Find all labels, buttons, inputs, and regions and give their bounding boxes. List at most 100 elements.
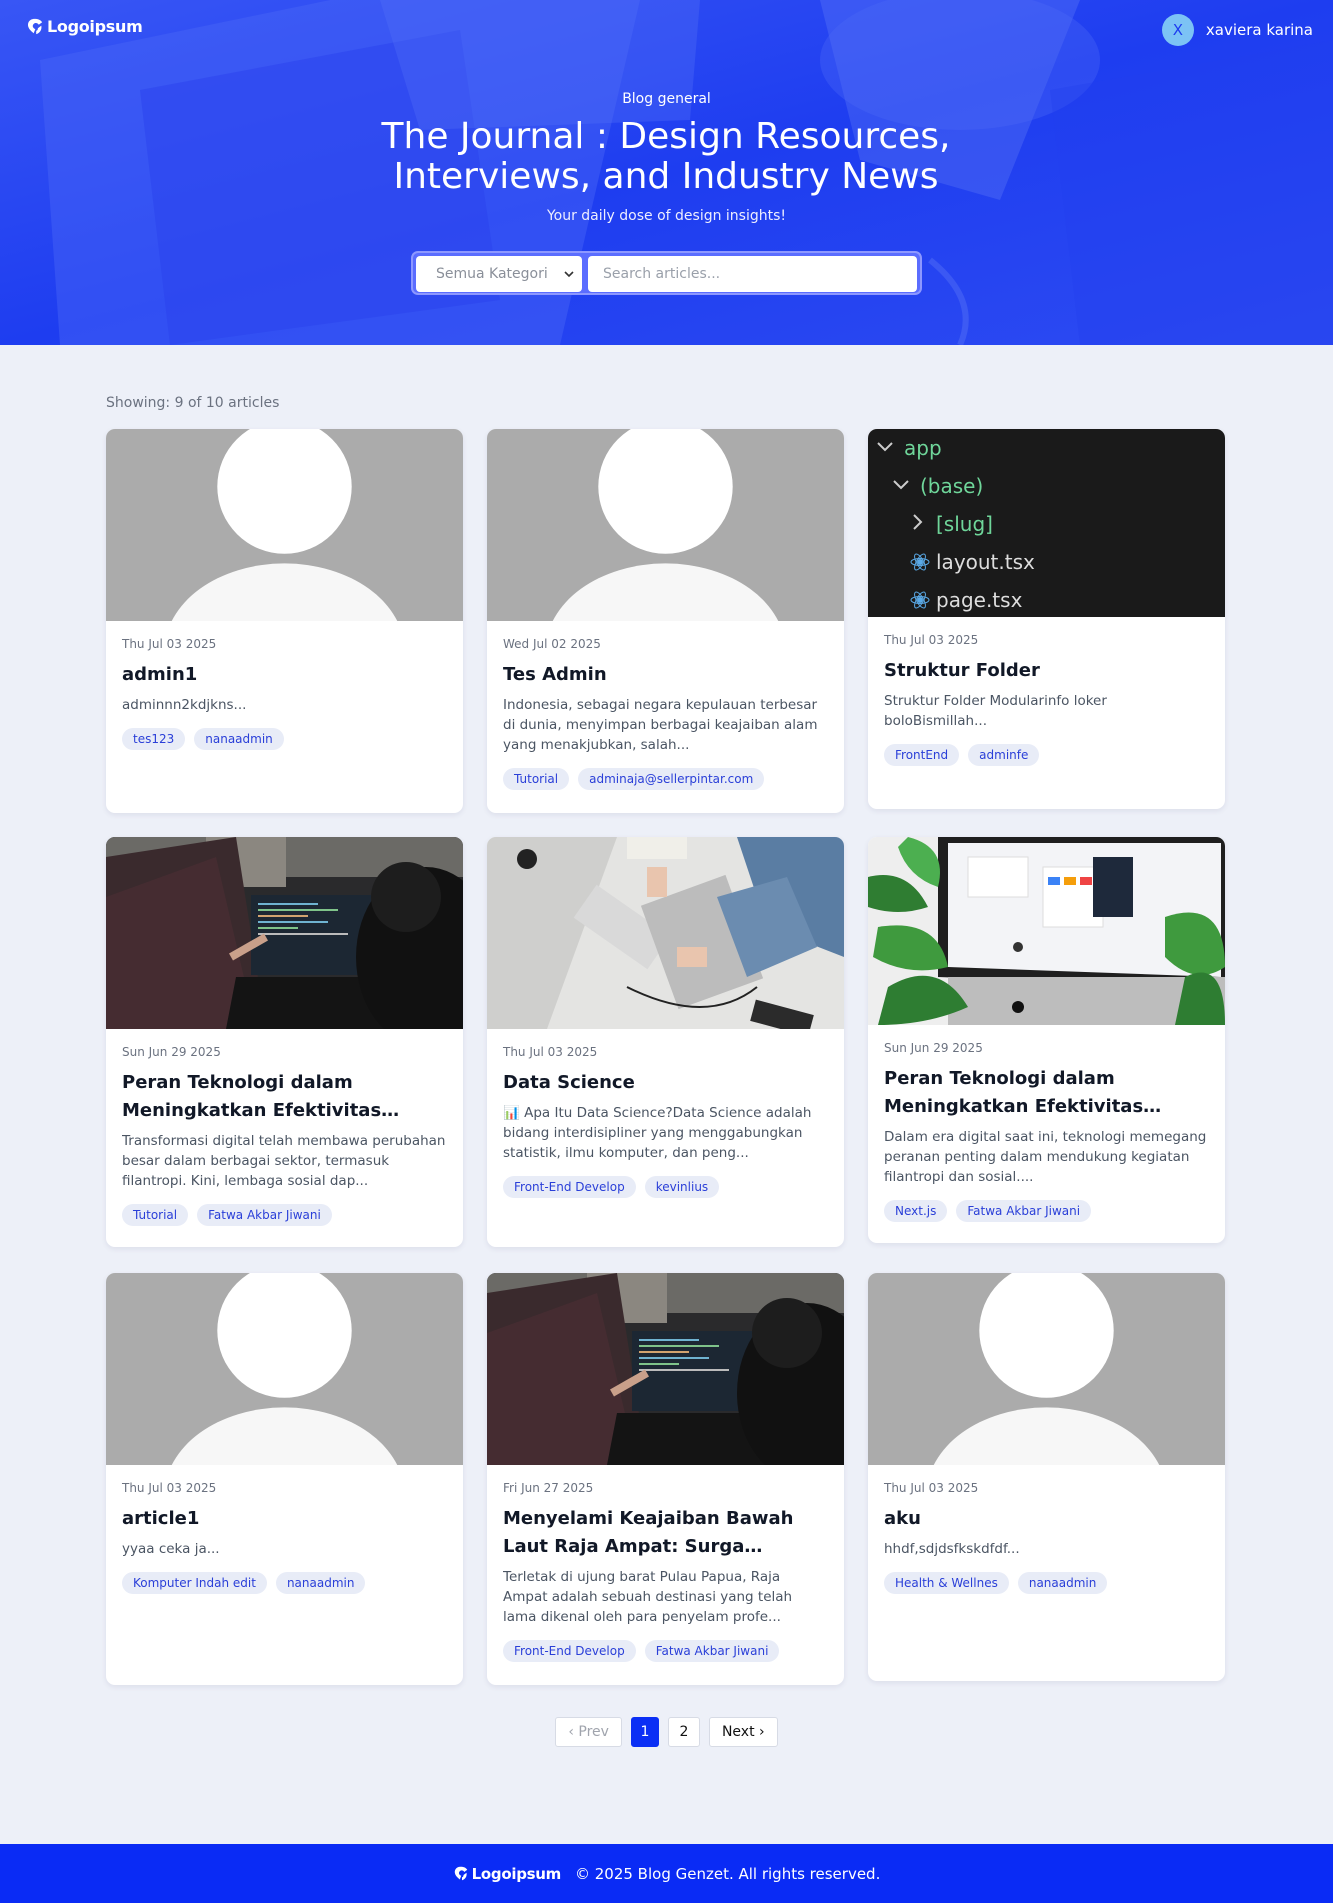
article-thumbnail[interactable]: app (base) [slug] layout.tsx page.tsx [868,429,1225,617]
article-tags: Tutorial Fatwa Akbar Jiwani [122,1204,447,1226]
pagination: ‹ Prev 1 2 Next › [0,1717,1333,1747]
logo-icon [28,18,43,35]
showing-count: Showing: 9 of 10 articles [106,395,280,411]
article-excerpt: adminnn2kdjkns... [122,697,247,713]
article-tags: tes123 nanaadmin [122,728,447,750]
article-thumbnail[interactable] [487,1273,844,1465]
article-card[interactable]: Thu Jul 03 2025 admin1 adminnn2kdjkns...… [106,429,463,813]
article-card-body: Thu Jul 03 2025 article1 yyaa ceka ja...… [106,1465,463,1594]
footer-logo[interactable]: Logoipsum [453,1865,561,1883]
article-date: Sun Jun 29 2025 [122,1045,221,1059]
article-excerpt: Dalam era digital saat ini, teknologi me… [884,1129,1207,1185]
logo-text: Logoipsum [47,17,143,36]
article-date: Thu Jul 03 2025 [503,1045,598,1059]
article-title[interactable]: aku [884,1505,1209,1533]
article-date: Fri Jun 27 2025 [503,1481,594,1495]
article-excerpt: Indonesia, sebagai negara kepulauan terb… [503,697,818,753]
avatar[interactable]: X [1161,14,1194,46]
tag-badge[interactable]: Health & Wellnes [884,1572,1009,1594]
footer-logo-text: Logoipsum [471,1864,562,1883]
article-card[interactable]: Wed Jul 02 2025 Tes Admin Indonesia, seb… [487,429,844,813]
tag-badge[interactable]: Fatwa Akbar Jiwani [644,1640,780,1662]
header-logo[interactable]: Logoipsum [26,17,143,36]
article-date: Thu Jul 03 2025 [122,1481,217,1495]
article-card[interactable]: Thu Jul 03 2025 aku hhdf,sdjdsfkskdfdf..… [868,1273,1225,1681]
article-title[interactable]: Data Science [503,1069,828,1097]
svg-text:app: app [904,436,942,460]
article-card-body: Thu Jul 03 2025 aku hhdf,sdjdsfkskdfdf..… [868,1465,1225,1594]
search-input[interactable] [588,256,917,292]
chevron-down-icon [564,271,574,278]
article-excerpt: hhdf,sdjdsfkskdfdf... [884,1541,1020,1557]
tag-badge[interactable]: Tutorial [503,768,570,790]
article-title[interactable]: Menyelami Keajaiban Bawah Laut Raja Ampa… [503,1505,828,1561]
article-card[interactable]: Fri Jun 27 2025 Menyelami Keajaiban Bawa… [487,1273,844,1685]
top-navbar: Logoipsum X xaviera karina [0,0,1333,58]
article-title[interactable]: article1 [122,1505,447,1533]
article-thumbnail[interactable] [106,429,463,621]
svg-text:(base): (base) [920,474,983,498]
page-button-2[interactable]: 2 [667,1717,700,1747]
article-thumbnail[interactable] [106,837,463,1029]
article-title[interactable]: Peran Teknologi dalam Meningkatkan Efekt… [122,1069,447,1125]
tag-badge[interactable]: tes123 [122,728,186,750]
copyright-text: © 2025 Blog Genzet. All rights reserved. [574,1864,881,1883]
hero-label: Blog general [622,91,711,107]
next-page-button[interactable]: Next › [708,1717,778,1747]
article-card[interactable]: Sun Jun 29 2025 Peran Teknologi dalam Me… [868,837,1225,1243]
article-card[interactable]: Sun Jun 29 2025 Peran Teknologi dalam Me… [106,837,463,1247]
tag-badge[interactable]: nanaadmin [194,728,284,750]
article-excerpt: Transformasi digital telah membawa perub… [122,1133,446,1189]
tag-badge[interactable]: adminaja@sellerpintar.com [578,768,765,790]
footer: Logoipsum © 2025 Blog Genzet. All rights… [0,1844,1333,1903]
tag-badge[interactable]: FrontEnd [884,744,960,766]
article-thumbnail[interactable] [868,1273,1225,1465]
tag-badge[interactable]: Front-End Develop [503,1176,636,1198]
hero-banner: Logoipsum X xaviera karina Blog general … [0,0,1333,345]
article-excerpt: Terletak di ujung barat Pulau Papua, Raj… [503,1569,793,1625]
tag-badge[interactable]: Fatwa Akbar Jiwani [956,1200,1092,1222]
article-thumbnail[interactable] [487,837,844,1029]
tag-badge[interactable]: nanaadmin [1017,1572,1108,1594]
article-card[interactable]: Thu Jul 03 2025 Data Science 📊 Apa Itu D… [487,837,844,1247]
article-thumbnail[interactable] [487,429,844,621]
article-thumbnail[interactable] [106,1273,463,1465]
article-thumbnail[interactable] [868,837,1225,1025]
tag-badge[interactable]: Tutorial [122,1204,189,1226]
hero-tagline: Your daily dose of design insights! [546,208,787,224]
article-tags: Health & Wellnes nanaadmin [884,1572,1209,1594]
article-tags: Komputer Indah edit nanaadmin [122,1572,447,1594]
article-card[interactable]: Thu Jul 03 2025 article1 yyaa ceka ja...… [106,1273,463,1685]
article-excerpt: yyaa ceka ja... [122,1541,220,1557]
page-button-1[interactable]: 1 [630,1717,659,1747]
svg-text:page.tsx: page.tsx [936,588,1023,612]
tag-badge[interactable]: Fatwa Akbar Jiwani [197,1204,332,1226]
article-date: Sun Jun 29 2025 [884,1041,983,1055]
category-select[interactable]: Semua Kategori [416,256,582,292]
article-card[interactable]: app (base) [slug] layout.tsx page.tsx Thu Ju… [868,429,1225,809]
article-title[interactable]: Struktur Folder [884,657,1209,685]
svg-text:[slug]: [slug] [936,512,993,536]
article-title[interactable]: admin1 [122,661,447,689]
tag-badge[interactable]: adminfe [968,744,1040,766]
tag-badge[interactable]: Front-End Develop [503,1640,636,1662]
article-card-body: Sun Jun 29 2025 Peran Teknologi dalam Me… [868,1025,1225,1222]
article-card-body: Thu Jul 03 2025 Data Science 📊 Apa Itu D… [487,1029,844,1198]
tag-badge[interactable]: Komputer Indah edit [122,1572,267,1594]
article-tags: FrontEnd adminfe [884,744,1209,766]
user-menu[interactable]: X xaviera karina [1161,14,1313,46]
tag-badge[interactable]: Next.js [884,1200,948,1222]
svg-text:layout.tsx: layout.tsx [936,550,1035,574]
article-card-body: Wed Jul 02 2025 Tes Admin Indonesia, seb… [487,621,844,790]
article-date: Thu Jul 03 2025 [884,633,979,647]
tag-badge[interactable]: nanaadmin [275,1572,366,1594]
article-excerpt: Struktur Folder Modularinfo loker boloBi… [884,693,1107,729]
tag-badge[interactable]: kevinlius [644,1176,720,1198]
article-date: Thu Jul 03 2025 [884,1481,979,1495]
article-title[interactable]: Peran Teknologi dalam Meningkatkan Efekt… [884,1065,1209,1121]
article-tags: Tutorial adminaja@sellerpintar.com [503,768,828,790]
prev-page-button[interactable]: ‹ Prev [555,1717,622,1747]
article-card-body: Fri Jun 27 2025 Menyelami Keajaiban Bawa… [487,1465,844,1662]
article-title[interactable]: Tes Admin [503,661,828,689]
article-date: Thu Jul 03 2025 [122,637,217,651]
